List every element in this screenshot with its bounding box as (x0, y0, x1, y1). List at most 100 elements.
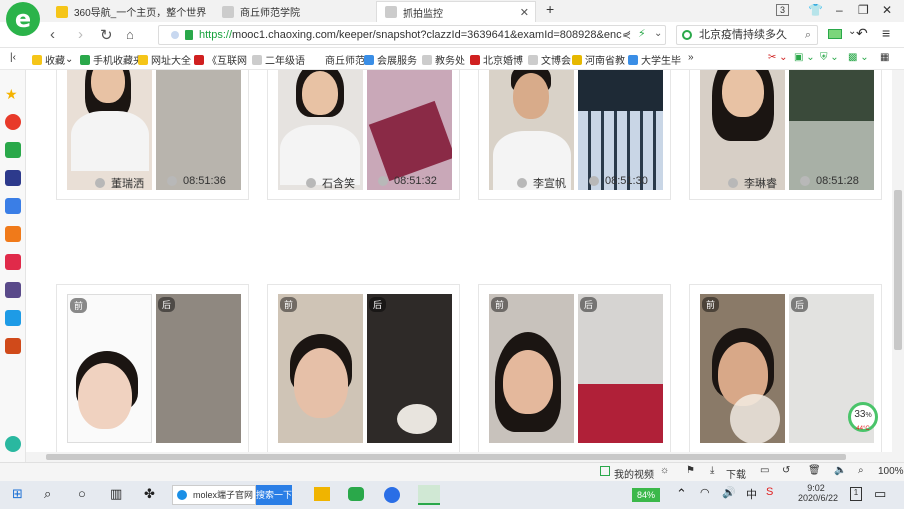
bookmark-expo[interactable]: 会展服务 (364, 52, 417, 67)
share-icon[interactable]: ⋞ (622, 28, 631, 41)
perf-badge[interactable]: 33% 44°C (848, 402, 878, 432)
close-window-icon[interactable]: ✕ (882, 3, 892, 17)
search-icon[interactable]: ⌕ (805, 26, 811, 44)
scissors-icon[interactable]: ✂ ⌄ (768, 52, 788, 63)
front-photo[interactable]: 前 (700, 294, 785, 443)
sogou-icon[interactable]: S (766, 486, 773, 498)
back-photo[interactable] (156, 70, 241, 190)
bookmark-henan[interactable]: 河南省教 (572, 52, 625, 67)
clock[interactable]: 9:02 2020/6/22 (798, 483, 838, 503)
front-photo[interactable] (67, 70, 152, 190)
tab-360-nav[interactable]: 360导航_一个主页，整个世界 (48, 1, 213, 22)
close-tab-icon[interactable]: ✕ (520, 6, 529, 19)
download-icon[interactable]: ⤓ (710, 465, 714, 476)
front-photo[interactable] (489, 70, 574, 190)
video-app-icon[interactable] (5, 254, 21, 270)
scroll-thumb[interactable] (46, 454, 846, 460)
bookmark-mobile[interactable]: 手机收藏夹 (80, 52, 143, 67)
tab-snapshot-monitor[interactable]: 抓拍监控 ✕ (376, 1, 536, 22)
reload-icon[interactable]: ↻ (100, 26, 113, 44)
wifi-icon[interactable]: ◠ (700, 486, 710, 499)
taskbar-search-box[interactable]: molex端子官网 (172, 485, 256, 505)
horizontal-scrollbar[interactable] (26, 452, 892, 462)
back-photo[interactable]: 后 (156, 294, 241, 443)
tab-shangqiu[interactable]: 商丘师范学院 (214, 1, 374, 22)
bookmark-culture[interactable]: 文博会 (528, 52, 571, 67)
mail-icon[interactable] (5, 142, 21, 158)
lightbulb-icon[interactable]: ☼ (660, 465, 669, 476)
front-photo[interactable] (700, 70, 785, 190)
search-icon[interactable]: ⌕ (44, 486, 51, 502)
back-photo[interactable]: 后 (367, 294, 452, 443)
lightning-icon[interactable]: ⚡ (638, 27, 646, 40)
doc-icon[interactable] (5, 198, 21, 214)
volume-icon[interactable]: 🔊 (722, 486, 736, 499)
bookmark-shangqiu[interactable]: 商丘师范 (312, 52, 365, 67)
search-input[interactable]: 北京疫情持续多久 ⌕ (676, 25, 818, 45)
zoom-level[interactable]: 100% (878, 466, 904, 477)
game2-icon[interactable] (5, 282, 21, 298)
url-input[interactable]: https://mooc1.chaoxing.com/keeper/snapsh… (158, 25, 666, 45)
p-app-icon[interactable] (5, 310, 21, 326)
windows-start-icon[interactable]: ⊞ (12, 486, 23, 502)
chevron-down-icon[interactable]: ⌄ (654, 28, 662, 39)
undo-icon[interactable]: ↶ (856, 25, 868, 42)
menu-icon[interactable]: ≡ (882, 25, 890, 41)
download-label[interactable]: 下载 (726, 466, 746, 481)
action-center-icon[interactable]: ▭ (874, 486, 886, 502)
bookmark-collect[interactable]: 收藏 ⌄ (32, 52, 73, 67)
maximize-icon[interactable]: ❐ (858, 3, 869, 17)
bookmark-graduate[interactable]: 大学生毕 (628, 52, 681, 67)
back-photo[interactable] (789, 70, 874, 190)
bookmark-academic[interactable]: 教务处 (422, 52, 465, 67)
trash-icon[interactable]: 🗑 (808, 465, 821, 476)
cortana-icon[interactable]: ○ (78, 486, 86, 501)
sidebar-toggle-icon[interactable]: |‹ (10, 52, 16, 63)
new-tab-button[interactable]: + (546, 1, 554, 17)
forward-icon[interactable]: › (78, 26, 83, 43)
back-photo[interactable] (367, 70, 452, 190)
front-photo[interactable]: 前 (278, 294, 363, 443)
360-browser-logo[interactable]: e (6, 2, 40, 36)
sidebar-settings-icon[interactable] (5, 436, 21, 452)
360-browser-taskbar-icon[interactable] (418, 485, 440, 505)
bookmark-grade2[interactable]: 二年级语 (252, 52, 305, 67)
bookmark-more[interactable]: » (688, 52, 694, 63)
wechat-icon[interactable] (348, 487, 364, 501)
ime-indicator[interactable]: 中 (746, 486, 757, 502)
battery-indicator[interactable]: 84% (632, 488, 660, 502)
bookmark-wedding[interactable]: 北京婚博 (470, 52, 523, 67)
vertical-scrollbar[interactable] (892, 70, 904, 462)
back-photo[interactable]: 后 (578, 294, 663, 443)
scroll-thumb[interactable] (894, 190, 902, 350)
minimize-icon[interactable]: – (836, 3, 843, 17)
battery-icon[interactable] (828, 29, 842, 39)
tab-count-badge[interactable]: 3 (776, 4, 790, 16)
fan-app-icon[interactable]: ✤ (144, 486, 155, 502)
refresh-icon[interactable]: ↺ (782, 465, 790, 476)
window-icon[interactable]: ▭ (760, 465, 769, 476)
feishu-icon[interactable] (384, 487, 400, 503)
apps-grid-icon[interactable]: ▦ (880, 52, 889, 63)
front-photo[interactable]: 前 (67, 294, 152, 443)
bookmark-sites[interactable]: 网址大全 (138, 52, 191, 67)
flag-icon[interactable]: ⚑ (686, 465, 695, 476)
zoom-icon[interactable]: ⌕ (858, 465, 864, 476)
game-icon[interactable]: ▩ ⌄ (848, 52, 869, 63)
notification-count[interactable]: 1 (850, 487, 862, 501)
front-photo[interactable] (278, 70, 363, 190)
shirt-icon[interactable]: 👕 (808, 3, 823, 17)
novel-icon[interactable] (5, 226, 21, 242)
front-photo[interactable]: 前 (489, 294, 574, 443)
my-video-link[interactable]: 我的视频 (614, 466, 654, 481)
favorites-star-icon[interactable]: ★ (5, 86, 21, 102)
home-icon[interactable]: ⌂ (126, 27, 134, 42)
bookmark-internet[interactable]: 《互联网 (194, 52, 247, 67)
game3-icon[interactable] (5, 338, 21, 354)
taskbar-search-button[interactable]: 搜索一下 (256, 485, 292, 505)
shield-ext-icon[interactable]: ⛨ ⌄ (820, 52, 839, 63)
back-icon[interactable]: ‹ (50, 26, 55, 43)
back-photo[interactable] (578, 70, 663, 190)
speaker-icon[interactable]: 🔈 (834, 465, 846, 476)
weibo-icon[interactable] (5, 114, 21, 130)
